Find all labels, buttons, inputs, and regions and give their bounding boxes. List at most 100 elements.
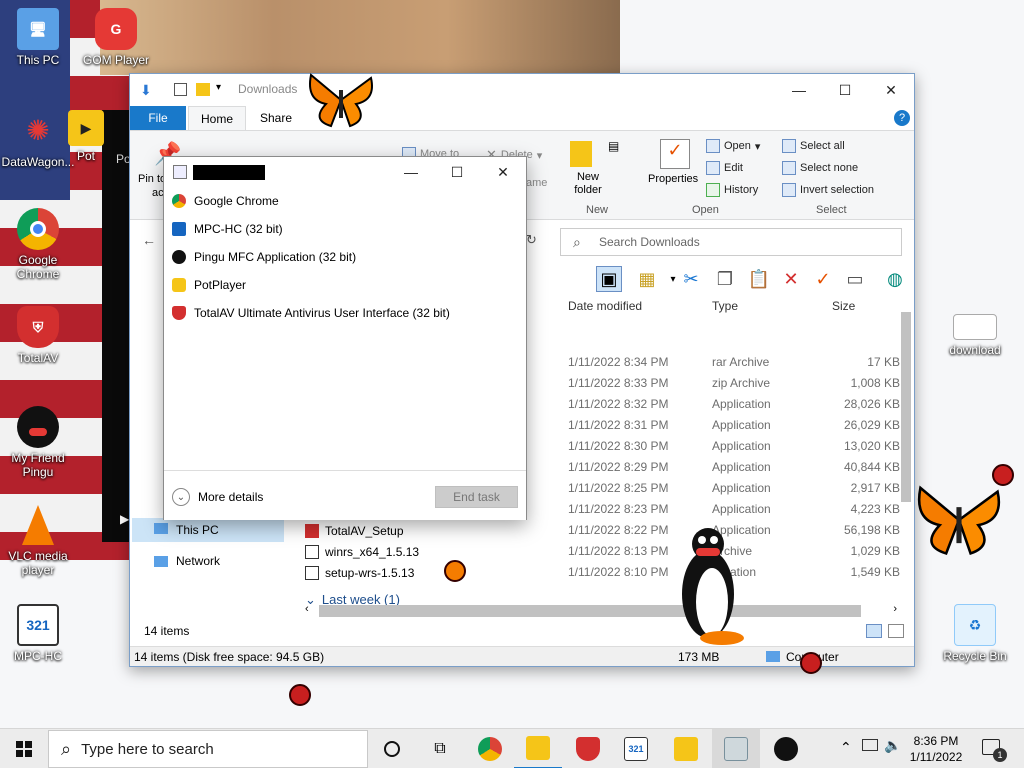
end-task-button[interactable]: End task — [435, 486, 518, 508]
app-item-totalav[interactable]: TotalAV Ultimate Antivirus User Interfac… — [172, 301, 512, 325]
pin-label[interactable]: Pin to — [138, 173, 166, 185]
taskbar-totalav[interactable] — [564, 729, 612, 768]
column-date-modified[interactable]: Date modified — [568, 299, 642, 313]
globe-icon[interactable]: ◍ — [882, 266, 908, 292]
app-item-potplayer[interactable]: PotPlayer — [172, 273, 512, 297]
taskbar-potplayer[interactable] — [662, 729, 710, 768]
desktop-icon-potplayer[interactable]: ▶ Pot — [66, 110, 106, 163]
file-winrs-x64[interactable]: winrs_x64_1.5.13 — [305, 541, 419, 562]
folder-quick-icon[interactable] — [196, 83, 210, 96]
select-none-button[interactable]: Select none — [782, 161, 858, 175]
minimize-button[interactable]: — — [776, 74, 822, 106]
table-row[interactable]: 1/11/2022 8:34 PM rar Archive 17 KB — [560, 352, 900, 373]
more-details-button[interactable]: ⌄ More details — [172, 488, 263, 506]
table-row[interactable]: 1/11/2022 8:33 PM zip Archive 1,008 KB — [560, 373, 900, 394]
new-item-icon[interactable]: ▤ — [608, 139, 638, 169]
properties-quick-icon[interactable] — [174, 83, 187, 96]
app-item-mpc-hc[interactable]: MPC-HC (32 bit) — [172, 217, 512, 241]
search-input[interactable]: ⌕ Search Downloads — [560, 228, 902, 256]
properties-label[interactable]: Properties — [648, 173, 698, 185]
large-icons-view-icon[interactable] — [888, 624, 904, 638]
nav-item-this-pc[interactable]: This PC — [132, 518, 284, 542]
start-button[interactable] — [0, 729, 48, 768]
tray-chevron-up-icon[interactable]: ⌃ — [840, 739, 852, 756]
refresh-icon[interactable]: ↻ — [526, 232, 537, 248]
column-size[interactable]: Size — [832, 299, 855, 313]
maximize-button[interactable]: ☐ — [822, 74, 868, 106]
file-setup-wrs[interactable]: setup-wrs-1.5.13 — [305, 562, 414, 583]
cell-text: 40,844 KB — [843, 460, 900, 474]
cell-text: Application — [712, 397, 771, 411]
taskbar-pingu[interactable] — [762, 729, 810, 768]
taskbar-search-input[interactable]: ⌕ Type here to search — [48, 730, 368, 768]
copy-icon[interactable]: ❐ — [712, 266, 738, 292]
paste-icon[interactable]: 📋 — [746, 266, 772, 292]
rename-icon[interactable]: ▭ — [842, 266, 868, 292]
desktop-icon-gom-player[interactable]: G GOM Player — [78, 8, 154, 67]
desktop-icon-totalav[interactable]: ⛨ TotalAV — [0, 306, 76, 365]
open-button[interactable]: Open ▾ — [706, 139, 760, 153]
table-row[interactable]: 1/11/2022 8:25 PM Application 2,917 KB — [560, 478, 900, 499]
volume-icon[interactable]: 🔈 — [884, 737, 901, 754]
cortana-button[interactable] — [368, 729, 416, 768]
close-button[interactable]: ✕ — [868, 74, 914, 106]
tab-file[interactable]: File — [130, 106, 186, 130]
horizontal-scrollbar[interactable]: ‹ › — [305, 602, 897, 620]
table-row[interactable]: 1/11/2022 8:31 PM Application 26,029 KB — [560, 415, 900, 436]
desktop-icon-recycle-bin[interactable]: ♻ Recycle Bin — [937, 604, 1013, 663]
properties-icon[interactable]: ✓ — [660, 139, 690, 169]
back-arrow-icon[interactable]: ← — [142, 232, 156, 248]
taskbar-chrome[interactable] — [466, 729, 514, 768]
table-row[interactable]: 1/11/2022 8:32 PM Application 28,026 KB — [560, 394, 900, 415]
table-row[interactable]: 1/11/2022 8:23 PM Application 4,223 KB — [560, 499, 900, 520]
taskbar-file-explorer[interactable] — [514, 729, 562, 768]
tab-home[interactable]: Home — [188, 106, 247, 130]
title-bar[interactable]: ⬇ ▾ Downloads — ☐ ✕ — [130, 74, 914, 106]
table-row[interactable]: 1/11/2022 8:29 PM Application 40,844 KB — [560, 457, 900, 478]
minimize-button[interactable]: — — [388, 157, 434, 187]
monitor-icon — [154, 523, 168, 534]
maximize-button[interactable]: ☐ — [434, 157, 480, 187]
app-item-google-chrome[interactable]: Google Chrome — [172, 189, 512, 213]
edit-button[interactable]: Edit — [706, 161, 743, 175]
new-folder-label[interactable]: New folder — [568, 171, 608, 197]
new-folder-icon[interactable] — [570, 141, 592, 167]
checkmark-icon[interactable]: ✓ — [810, 266, 836, 292]
select-all-button[interactable]: Select all — [782, 139, 845, 153]
cell-text: 1,029 KB — [850, 544, 900, 558]
arrow-down-icon[interactable]: ⬇ — [140, 82, 152, 99]
column-type[interactable]: Type — [712, 299, 738, 313]
desktop-icon-google-chrome[interactable]: Google Chrome — [0, 208, 76, 281]
desktop-icon-vlc[interactable]: VLC media player — [0, 504, 76, 577]
desktop-icon-this-pc[interactable]: 🖥 This PC — [0, 8, 76, 67]
desktop-icon-download[interactable]: download — [937, 314, 1013, 357]
popup-title-bar[interactable]: — ☐ ✕ — [164, 157, 526, 187]
table-row[interactable]: 1/11/2022 8:30 PM Application 13,020 KB — [560, 436, 900, 457]
network-icon[interactable] — [862, 739, 878, 751]
desktop-icon-my-friend-pingu[interactable]: My Friend Pingu — [0, 406, 76, 479]
app-item-pingu[interactable]: Pingu MFC Application (32 bit) — [172, 245, 512, 269]
rename-label[interactable]: ame — [526, 177, 547, 189]
close-button[interactable]: ✕ — [480, 157, 526, 187]
help-icon[interactable]: ? — [894, 110, 910, 126]
task-view-button[interactable]: ⧉ — [416, 729, 464, 768]
details-view-icon[interactable] — [866, 624, 882, 638]
customize-quick-access-icon[interactable]: ▾ — [216, 82, 221, 93]
desktop-icon-datawagon[interactable]: ✺ DataWagon... — [0, 110, 76, 170]
file-totalav-setup[interactable]: TotalAV_Setup — [305, 520, 404, 541]
open-with-popup[interactable]: — ☐ ✕ Google Chrome MPC-HC (32 bit) Ping… — [163, 156, 527, 520]
invert-selection-button[interactable]: Invert selection — [782, 183, 874, 197]
play-icon[interactable]: ▶ — [120, 512, 129, 526]
vertical-scrollbar[interactable] — [898, 296, 914, 606]
cut-icon[interactable]: ✂ — [678, 266, 704, 292]
clock[interactable]: 8:36 PM 1/11/2022 — [904, 733, 968, 765]
preview-pane-icon[interactable]: ▣ — [596, 266, 622, 292]
taskbar-task-manager[interactable] — [712, 729, 760, 768]
notifications-icon[interactable]: 1 — [982, 739, 1007, 762]
desktop-icon-mpc-hc[interactable]: 321 MPC-HC — [0, 604, 76, 663]
history-button[interactable]: History — [706, 183, 758, 197]
delete-icon[interactable]: ✕ — [778, 266, 804, 292]
tab-share[interactable]: Share — [248, 106, 304, 130]
view-options-icon[interactable]: ▦ — [634, 266, 660, 292]
taskbar-mpc-hc[interactable]: 321 — [612, 729, 660, 768]
